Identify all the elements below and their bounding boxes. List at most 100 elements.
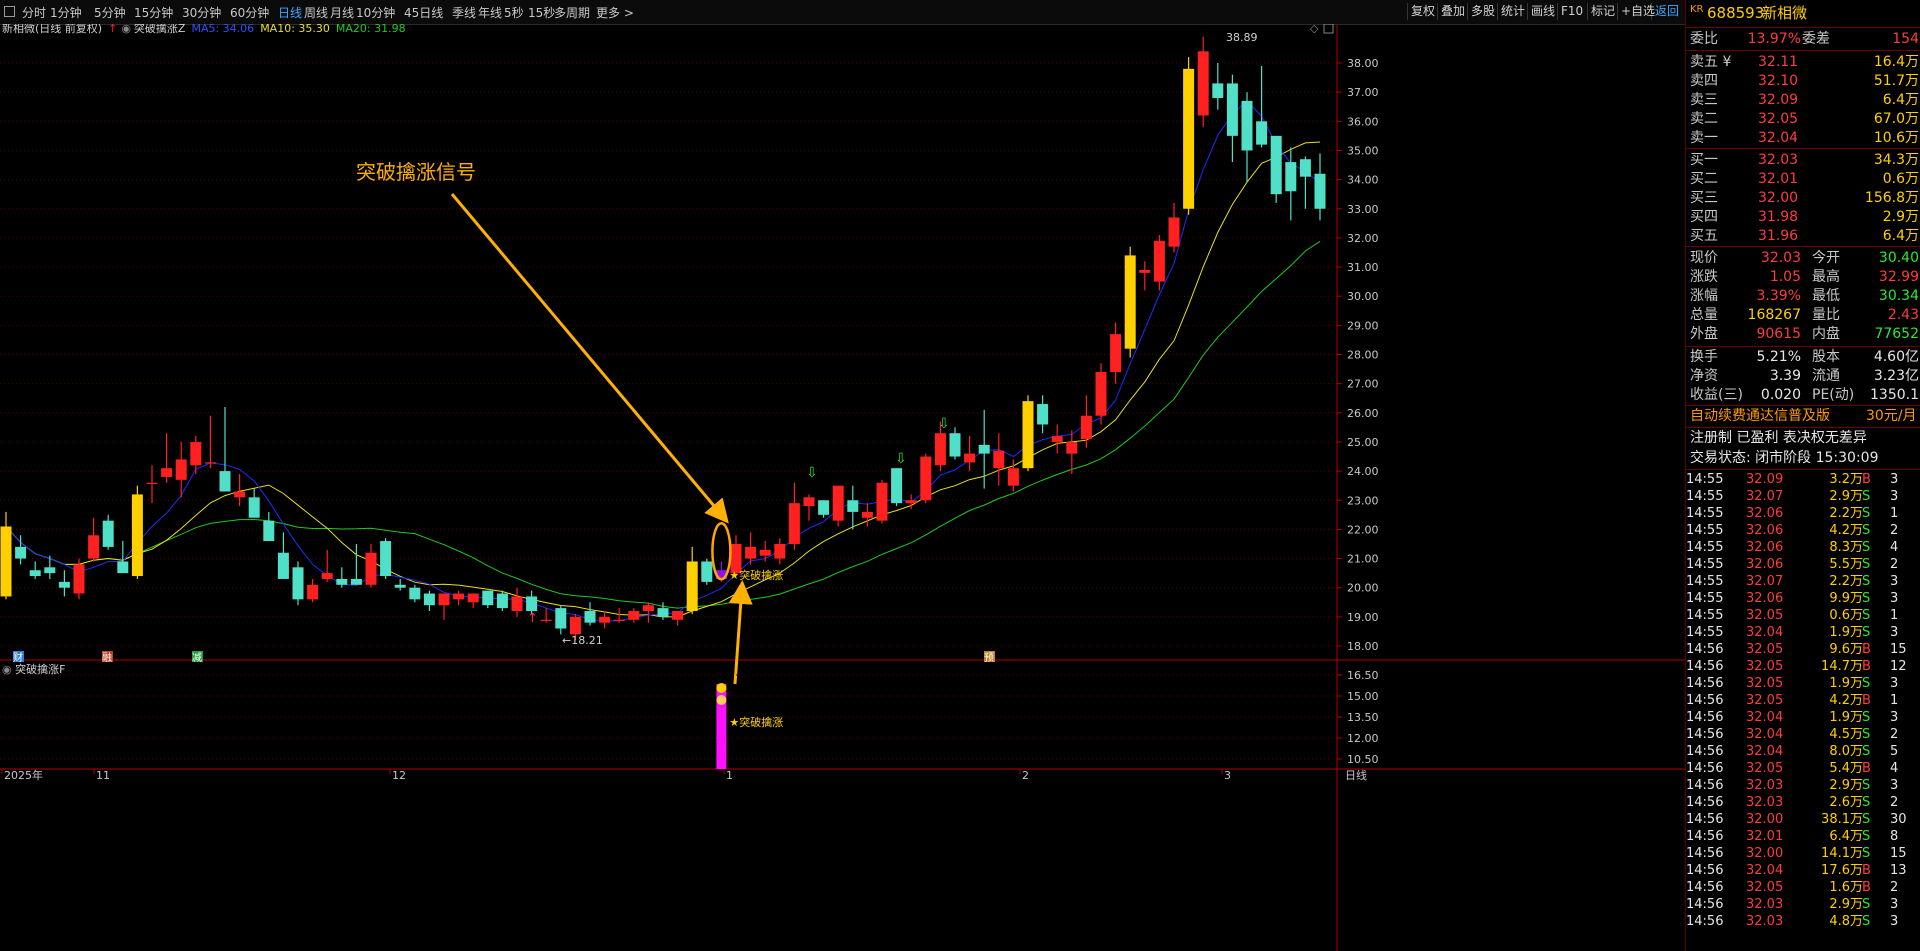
- toolbar-button-2[interactable]: 多股: [1467, 3, 1498, 20]
- candle[interactable]: [1037, 395, 1049, 434]
- candle[interactable]: [891, 468, 903, 507]
- candle[interactable]: [423, 590, 435, 612]
- candle[interactable]: [292, 561, 304, 606]
- candle[interactable]: [1168, 202, 1180, 253]
- period-10[interactable]: 45日线: [404, 4, 443, 21]
- candle[interactable]: [1110, 322, 1122, 384]
- period-13[interactable]: 5秒: [504, 4, 524, 21]
- candle[interactable]: [1241, 92, 1253, 183]
- tick-row[interactable]: 14:55 32.09 3.2万 B 3: [1686, 471, 1920, 489]
- candle[interactable]: [1066, 430, 1078, 475]
- indicator-toggle-icon[interactable]: ◉: [2, 663, 15, 676]
- tick-row[interactable]: 14:56 32.05 14.7万 B 12: [1686, 658, 1920, 676]
- candle[interactable]: [88, 517, 100, 562]
- candle[interactable]: [1299, 156, 1311, 209]
- candle[interactable]: [204, 415, 216, 469]
- candle[interactable]: [409, 584, 421, 603]
- diamond-icon[interactable]: ◇: [1310, 24, 1319, 35]
- candle[interactable]: [307, 578, 319, 603]
- tick-row[interactable]: 14:56 32.01 6.4万 S 8: [1686, 828, 1920, 846]
- candle[interactable]: [540, 608, 552, 623]
- period-1[interactable]: 1分钟: [50, 4, 82, 21]
- candle[interactable]: [1080, 395, 1092, 448]
- kline-chart[interactable]: 38.00 37.00 36.00 35.00 34.00 33.00 32.00 31.00…: [0, 24, 1685, 951]
- promo-text[interactable]: 自动续费通达信普及版: [1690, 407, 1830, 426]
- candle[interactable]: [1124, 246, 1136, 358]
- candle[interactable]: [263, 511, 275, 542]
- promo-row[interactable]: 自动续费通达信普及版 30元/月: [1690, 407, 1919, 426]
- candle[interactable]: [876, 479, 888, 524]
- candle[interactable]: [336, 567, 348, 588]
- period-9[interactable]: 10分钟: [356, 4, 395, 21]
- tick-row[interactable]: 14:55 32.06 5.5万 S 2: [1686, 556, 1920, 574]
- candle[interactable]: [686, 546, 698, 614]
- period-14[interactable]: 15秒: [528, 4, 555, 21]
- tick-row[interactable]: 14:55 32.06 8.3万 S 4: [1686, 539, 1920, 557]
- tick-row[interactable]: 14:56 32.00 14.1万 S 15: [1686, 845, 1920, 863]
- candle[interactable]: [1095, 363, 1107, 425]
- tick-row[interactable]: 14:55 32.07 2.9万 S 3: [1686, 488, 1920, 506]
- candle[interactable]: [774, 538, 786, 565]
- candle[interactable]: [584, 602, 596, 626]
- candle[interactable]: [1270, 135, 1282, 203]
- tick-row[interactable]: 14:56 32.03 2.6万 S 2: [1686, 794, 1920, 812]
- candle[interactable]: [1212, 63, 1224, 110]
- indicator-toggle-icon[interactable]: ◉: [121, 24, 131, 35]
- tick-row[interactable]: 14:56 32.05 1.6万 B 2: [1686, 879, 1920, 897]
- tick-row[interactable]: 14:56 32.04 4.5万 S 2: [1686, 726, 1920, 744]
- tick-row[interactable]: 14:56 32.04 1.9万 S 3: [1686, 709, 1920, 727]
- period-3[interactable]: 15分钟: [134, 4, 173, 21]
- period-11[interactable]: 季线: [452, 4, 476, 21]
- candle[interactable]: [15, 535, 27, 565]
- tick-row[interactable]: 14:55 32.05 0.6万 S 1: [1686, 607, 1920, 625]
- toolbar-button-0[interactable]: 复权: [1407, 3, 1438, 20]
- tick-row[interactable]: 14:56 32.00 38.1万 S 30: [1686, 811, 1920, 829]
- tick-row[interactable]: 14:56 32.05 9.6万 B 15: [1686, 641, 1920, 659]
- candle[interactable]: [438, 593, 450, 620]
- candle[interactable]: [803, 494, 815, 521]
- candle[interactable]: [599, 611, 611, 629]
- tick-row[interactable]: 14:55 32.04 1.9万 S 3: [1686, 624, 1920, 642]
- tick-row[interactable]: 14:55 32.07 2.2万 S 3: [1686, 573, 1920, 591]
- toolbar-button-1[interactable]: 叠加: [1437, 3, 1468, 20]
- period-15[interactable]: 多周期: [554, 4, 590, 21]
- candle[interactable]: [58, 570, 70, 597]
- tick-row[interactable]: 14:55 32.06 2.2万 S 1: [1686, 505, 1920, 523]
- period-8[interactable]: 月线: [330, 4, 354, 21]
- period-2[interactable]: 5分钟: [94, 4, 126, 21]
- tick-row[interactable]: 14:56 32.04 17.6万 B 13: [1686, 862, 1920, 880]
- tick-row[interactable]: 14:55 32.06 4.2万 S 2: [1686, 522, 1920, 540]
- candle[interactable]: [920, 453, 932, 504]
- candle[interactable]: [1051, 424, 1063, 454]
- candle[interactable]: [1197, 36, 1209, 128]
- candle[interactable]: [467, 593, 479, 609]
- candle[interactable]: [277, 532, 289, 579]
- tick-row[interactable]: 14:56 32.03 2.9万 S 3: [1686, 896, 1920, 914]
- candle[interactable]: [102, 514, 114, 550]
- candle[interactable]: [642, 602, 654, 623]
- period-4[interactable]: 30分钟: [182, 4, 221, 21]
- toolbar-button-3[interactable]: 统计: [1497, 3, 1528, 20]
- toolbar-button-7[interactable]: +自选: [1617, 3, 1658, 20]
- tick-row[interactable]: 14:56 32.04 8.0万 S 5: [1686, 743, 1920, 761]
- candle[interactable]: [190, 436, 202, 475]
- candle[interactable]: [1226, 74, 1238, 163]
- candle[interactable]: [73, 558, 85, 600]
- candle[interactable]: [788, 482, 800, 550]
- tick-row[interactable]: 14:56 32.03 4.8万 S 3: [1686, 913, 1920, 931]
- candle[interactable]: [321, 549, 333, 582]
- period-7[interactable]: 周线: [304, 4, 328, 21]
- maximize-icon[interactable]: [1323, 24, 1334, 34]
- candle[interactable]: [847, 485, 859, 530]
- candle[interactable]: [131, 485, 143, 579]
- candle[interactable]: [949, 427, 961, 460]
- candle[interactable]: [350, 543, 362, 585]
- candle[interactable]: [482, 590, 494, 609]
- candle[interactable]: [832, 485, 844, 527]
- candle[interactable]: [1183, 57, 1195, 215]
- candle[interactable]: [613, 608, 625, 623]
- period-0[interactable]: 分时: [22, 4, 46, 21]
- period-5[interactable]: 60分钟: [230, 4, 269, 21]
- candle[interactable]: [161, 433, 173, 483]
- candle[interactable]: [1314, 153, 1326, 221]
